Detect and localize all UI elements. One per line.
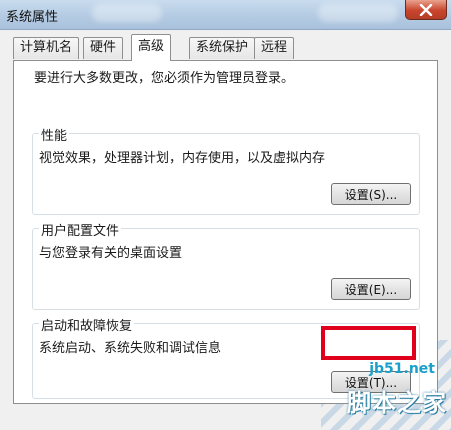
admin-notice: 要进行大多数更改，您必须作为管理员登录。 <box>34 71 295 86</box>
tab-advanced[interactable]: 高级 <box>131 34 172 61</box>
tab-label: 远程 <box>261 40 288 55</box>
tab-label: 系统保护 <box>196 40 249 55</box>
performance-label: 性能 <box>39 125 70 144</box>
close-button[interactable] <box>405 0 447 20</box>
blurred-background <box>92 4 162 22</box>
user-profiles-description: 与您登录有关的桌面设置 <box>39 246 183 261</box>
tab-computer-name[interactable]: 计算机名 <box>13 37 80 59</box>
watermark-site: jb51.net <box>369 361 435 377</box>
title-bar: 系统属性 <box>0 0 451 30</box>
close-icon <box>419 3 433 16</box>
user-profiles-group: 用户配置文件 与您登录有关的桌面设置 设置(E)... <box>32 220 420 310</box>
tab-system-protection[interactable]: 系统保护 <box>189 37 256 59</box>
highlight-box <box>321 326 416 360</box>
watermark-brand: 脚本之家 <box>347 389 447 417</box>
performance-settings-button[interactable]: 设置(S)... <box>331 183 411 205</box>
window-title: 系统属性 <box>6 10 59 25</box>
tab-hardware[interactable]: 硬件 <box>83 37 124 59</box>
performance-group: 性能 视觉效果，处理器计划，内存使用，以及虚拟内存 设置(S)... <box>32 125 420 215</box>
user-profiles-settings-button[interactable]: 设置(E)... <box>331 278 411 300</box>
blurred-background <box>318 4 398 22</box>
tab-label: 计算机名 <box>20 40 73 55</box>
performance-description: 视觉效果，处理器计划，内存使用，以及虚拟内存 <box>39 151 326 166</box>
tab-label: 高级 <box>138 39 165 54</box>
startup-recovery-description: 系统启动、系统失败和调试信息 <box>39 341 222 356</box>
startup-recovery-label: 启动和故障恢复 <box>39 315 135 334</box>
tab-label: 硬件 <box>90 40 117 55</box>
tab-remote[interactable]: 远程 <box>254 37 295 59</box>
user-profiles-label: 用户配置文件 <box>39 220 122 239</box>
